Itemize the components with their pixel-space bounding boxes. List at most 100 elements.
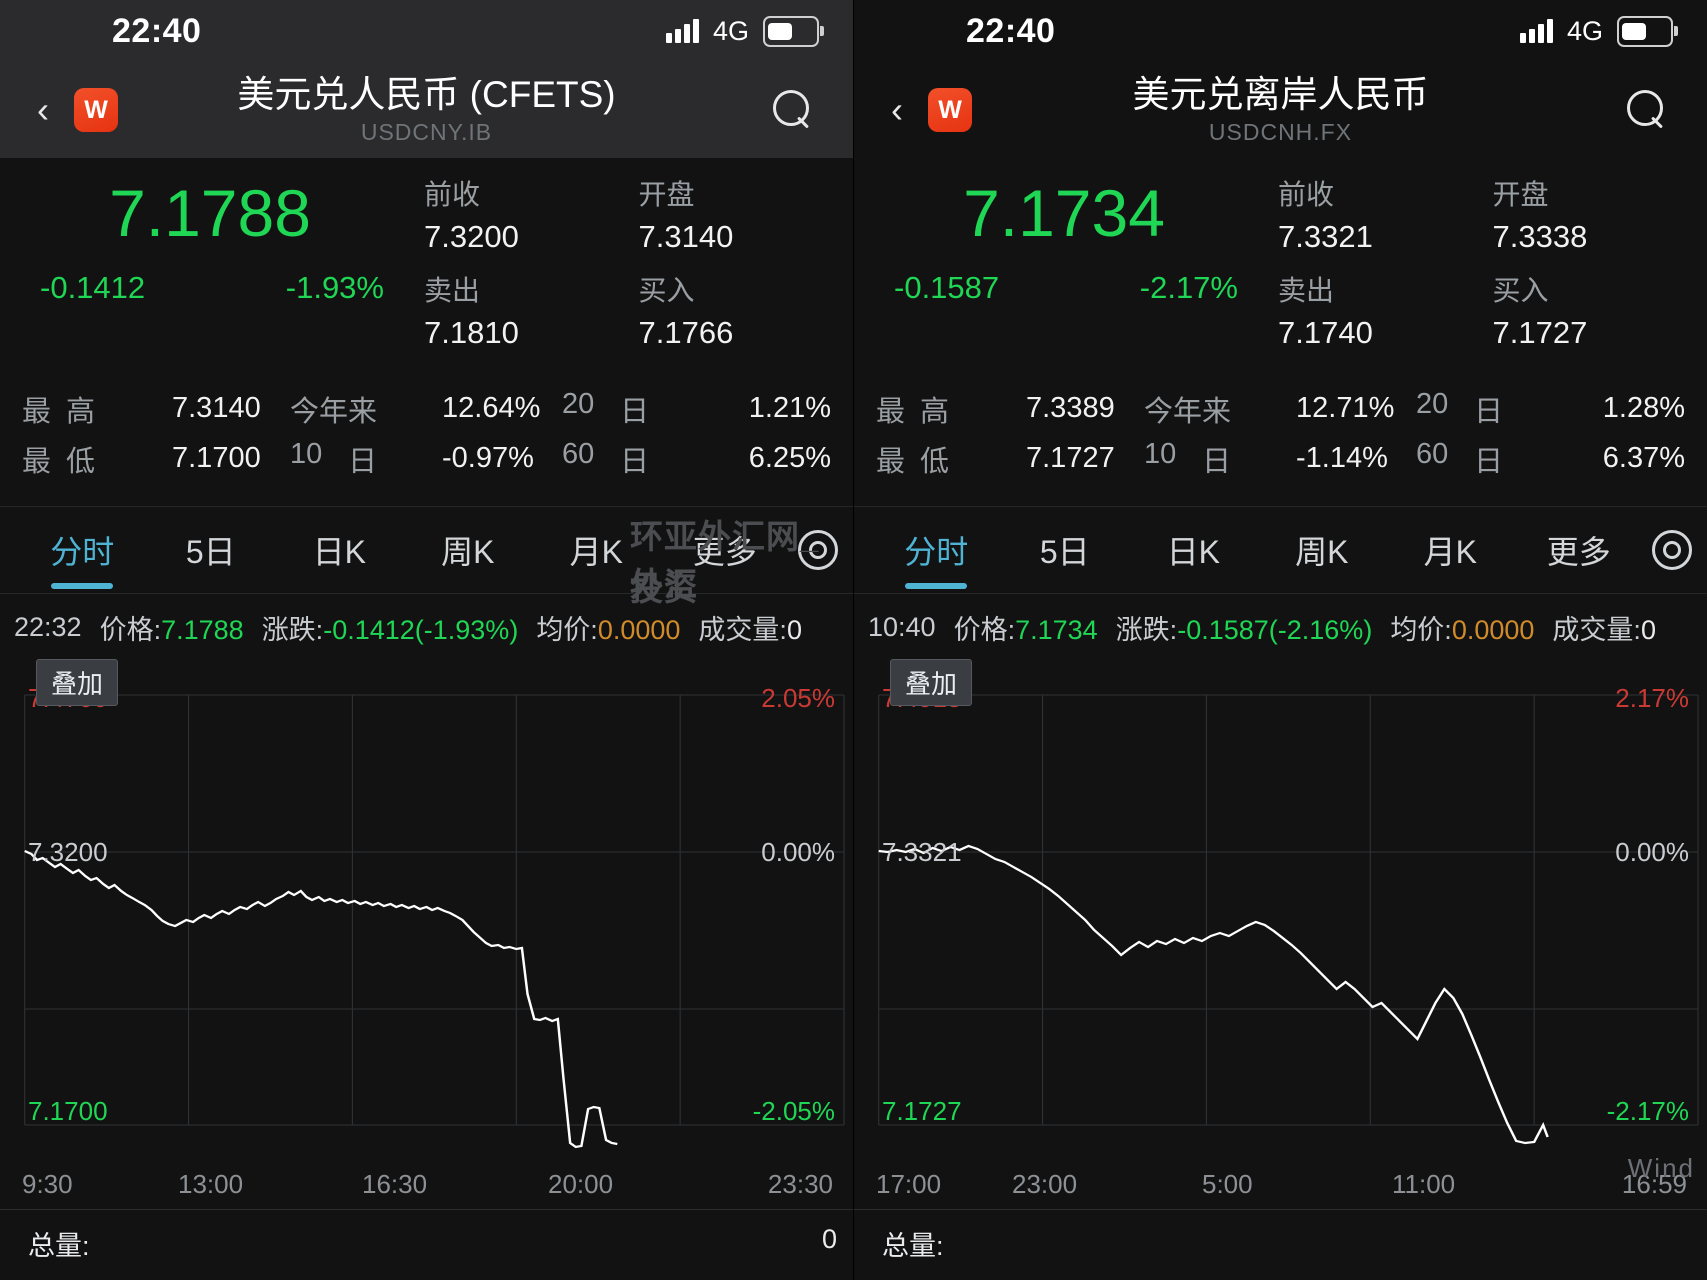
quote-change-row: -0.1587 -2.17%: [854, 246, 1274, 306]
page-title: 美元兑离岸人民币: [1132, 74, 1429, 116]
chevron-left-icon[interactable]: ‹: [20, 89, 66, 131]
overlay-button[interactable]: 叠加: [36, 658, 119, 706]
search-icon[interactable]: [771, 88, 815, 132]
quote-change-row: -0.1412 -1.93%: [0, 246, 420, 306]
chart-info-time: 22:32: [14, 611, 82, 642]
chart-info-bar: 10:40 价格:7.1734 涨跌:-0.1587(-2.16%) 均价:0.…: [854, 594, 1707, 655]
chart-gridlines: [878, 694, 1699, 1126]
chart-info-price: 价格:7.1788: [100, 608, 244, 647]
chart-mid-pct-label: 0.00%: [1615, 836, 1689, 867]
page-subtitle-code: USDCNY.IB: [360, 118, 493, 145]
chart-tab-bar: 分时 5日 日K 周K 月K 更多: [0, 507, 853, 593]
volume-footer: 总量: 0: [0, 1208, 853, 1280]
tab-5day[interactable]: 5日: [1001, 527, 1130, 573]
status-indicators: 4G: [665, 15, 824, 47]
quote-col-right: 开盘 7.3338 买入 7.1727: [1493, 174, 1707, 366]
status-time: 22:40: [966, 11, 1056, 50]
intraday-chart-usdcnh[interactable]: 叠加 7.4915 2.17% 7.3321 0.: [854, 655, 1707, 1165]
last-price: 7.1788: [109, 176, 311, 250]
tab-intraday[interactable]: 分时: [18, 527, 147, 573]
chart-info-price-value: 7.1734: [1015, 614, 1098, 645]
overlay-button[interactable]: 叠加: [890, 658, 973, 706]
x-tick: 17:00: [876, 1168, 942, 1199]
stat-key-part: 日: [620, 395, 650, 428]
quote-label: 买入: [1492, 274, 1549, 306]
quote-label: 前收: [424, 179, 481, 210]
chart-info-bar: 22:32 价格:7.1788 涨跌:-0.1412(-1.93%) 均价:0.…: [0, 594, 853, 655]
stat-key-part: 日: [1474, 445, 1504, 478]
quote-value: 7.3338: [1492, 219, 1588, 254]
quote-value: 7.3140: [638, 219, 734, 254]
tab-weekly-k[interactable]: 周K: [1258, 527, 1387, 573]
chart-x-axis: 9:30 13:00 16:30 20:00 23:30: [0, 1165, 853, 1209]
quote-cell-ask: 卖出 7.1810: [424, 270, 639, 354]
chart-info-avg-label: 均价:: [1390, 614, 1452, 645]
page-title: 美元兑人民币 (CFETS): [237, 74, 616, 116]
status-bar: 22:40 4G: [854, 0, 1707, 62]
tab-monthly-k[interactable]: 月K: [532, 527, 661, 573]
chart-info-vol-label: 成交量:: [698, 614, 787, 645]
signal-bars-icon: [665, 19, 699, 43]
tab-more[interactable]: 更多: [1515, 527, 1644, 573]
stat-value-60d: 6.25%: [748, 442, 831, 475]
tab-more[interactable]: 更多: [661, 527, 790, 573]
stat-value-10d: -0.97%: [442, 442, 534, 475]
status-bar: 22:40 4G: [0, 0, 853, 62]
chart-x-axis: 17:00 23:00 5:00 11:00 16:59: [854, 1165, 1707, 1209]
stat-key-part: 高: [920, 395, 950, 428]
chart-info-change-label: 涨跌:: [261, 614, 324, 645]
dual-screenshot-app: 22:40 4G ‹ W 美元兑人民币 (CFETS) USDCNY.IB 7.…: [0, 0, 1707, 1280]
chart-info-vol-value: 0: [1640, 614, 1656, 645]
price-change: -0.1587: [894, 270, 1000, 305]
price-change-pct: -1.93%: [285, 270, 384, 305]
stat-value-ytd: 12.64%: [442, 392, 541, 425]
search-icon[interactable]: [1625, 88, 1669, 132]
quote-label: 卖出: [424, 274, 481, 306]
gear-icon[interactable]: [1643, 529, 1701, 570]
x-tick: 9:30: [22, 1168, 73, 1199]
quote-label: 买入: [638, 274, 695, 306]
stat-key-20d: 20 日: [1416, 388, 1516, 430]
tab-daily-k[interactable]: 日K: [275, 527, 404, 573]
stats-grid: 最 高 7.3389 今年来 12.71% 20 日 1.28% 最 低 7.1…: [854, 366, 1707, 500]
stat-key-10d: 10 日: [290, 438, 442, 480]
tab-weekly-k[interactable]: 周K: [404, 527, 533, 573]
gear-icon[interactable]: [789, 529, 847, 570]
x-tick: 11:00: [1392, 1168, 1456, 1199]
total-volume-value: 0: [821, 1223, 837, 1254]
tab-daily-k[interactable]: 日K: [1129, 527, 1258, 573]
chart-info-change: 涨跌:-0.1587(-2.16%): [1116, 608, 1373, 647]
stat-key-part: 低: [66, 445, 96, 478]
chart-bottom-price-label: 7.1700: [28, 1095, 108, 1126]
tab-intraday[interactable]: 分时: [872, 527, 1001, 573]
wind-logo-icon[interactable]: W: [74, 88, 118, 132]
chart-top-pct-label: 2.17%: [1615, 682, 1689, 713]
quote-cell-prev-close: 前收 7.3200: [424, 174, 639, 258]
tab-monthly-k[interactable]: 月K: [1386, 527, 1515, 573]
chart-info-change-value: -0.1412(-1.93%): [323, 614, 519, 645]
stat-key-part: 最: [876, 445, 906, 478]
stat-key-high: 最 高: [876, 388, 1026, 430]
stats-row-high: 最 高 7.3389 今年来 12.71% 20 日 1.28%: [876, 384, 1685, 434]
chart-mid-price-label: 7.3321: [882, 836, 962, 867]
chart-canvas: [878, 694, 1699, 1144]
stat-key-part: 最: [22, 445, 52, 478]
quote-block: 7.1734 -0.1587 -2.17% 前收 7.3321 卖出 7.174…: [854, 158, 1707, 366]
chart-info-avg: 均价:0.0000: [536, 608, 680, 647]
chart-mid-pct-label: 0.00%: [761, 836, 835, 867]
chart-info-volume: 成交量:0: [1552, 608, 1656, 647]
stats-grid: 最 高 7.3140 今年来 12.64% 20 日 1.21% 最 低 7.1…: [0, 366, 853, 500]
quote-value: 7.3321: [1278, 219, 1373, 254]
tab-5day[interactable]: 5日: [147, 527, 276, 573]
chart-bottom-price-label: 7.1727: [882, 1095, 962, 1126]
quote-primary: 7.1734 -0.1587 -2.17%: [854, 174, 1274, 366]
price-line: [24, 849, 618, 1148]
stat-key-60d: 60 日: [1416, 438, 1516, 480]
stat-value-high: 7.3389: [1026, 392, 1115, 425]
chevron-left-icon[interactable]: ‹: [874, 89, 920, 131]
intraday-chart-usdcny[interactable]: 叠加 7.4700 2.05% 7.3200 0.: [0, 655, 853, 1165]
stat-key-part: 60: [562, 437, 595, 470]
stat-key-part: 高: [66, 395, 96, 428]
wind-logo-icon[interactable]: W: [928, 88, 972, 132]
status-time: 22:40: [112, 11, 202, 50]
